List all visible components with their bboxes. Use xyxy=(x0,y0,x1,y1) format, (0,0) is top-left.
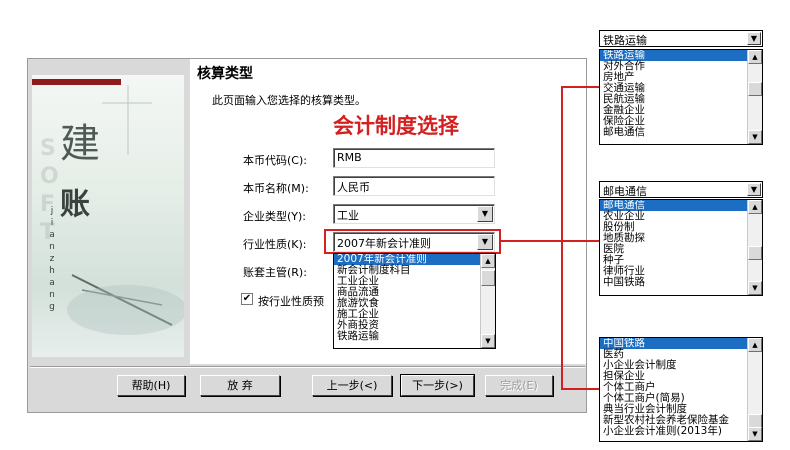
scroll-thumb[interactable] xyxy=(748,414,762,428)
chevron-down-icon[interactable]: ▼ xyxy=(747,183,761,196)
highlight-box xyxy=(324,229,501,254)
scroll-up-icon[interactable]: ▲ xyxy=(748,50,762,64)
panel1-list[interactable]: 铁路运输 对外合作 房地产 交通运输 民航运输 金融企业 保险企业 邮电通信 ▲… xyxy=(599,49,763,145)
company-type-label: 企业类型(Y): xyxy=(243,210,307,223)
scrollbar[interactable]: ▲ ▼ xyxy=(747,200,762,295)
list-item[interactable]: 小企业会计准则(2013年) xyxy=(600,426,762,437)
supervisor-label: 账套主管(R): xyxy=(243,266,307,279)
next-button[interactable]: 下一步(>) xyxy=(400,374,475,397)
finish-button: 完成(E) xyxy=(485,375,553,396)
scroll-up-icon[interactable]: ▲ xyxy=(481,254,495,268)
list-item[interactable]: 医院 xyxy=(600,244,762,255)
cancel-button[interactable]: 放 弃 xyxy=(200,375,280,396)
scroll-thumb[interactable] xyxy=(748,82,762,96)
scrollbar[interactable]: ▲ ▼ xyxy=(747,50,762,144)
scroll-up-icon[interactable]: ▲ xyxy=(748,200,762,214)
panel2-combo-value: 邮电通信 xyxy=(603,185,647,198)
scroll-thumb[interactable] xyxy=(748,246,762,260)
currency-code-field[interactable]: RMB xyxy=(333,148,495,168)
list-item[interactable]: 邮电通信 xyxy=(600,127,762,138)
panel3-list[interactable]: 中国铁路 医药 小企业会计制度 担保企业 个体工商户 个体工商户(简易) 典当行… xyxy=(599,337,763,442)
company-type-select[interactable]: 工业 ▼ xyxy=(333,204,495,224)
scroll-down-icon[interactable]: ▼ xyxy=(481,334,495,348)
prev-button[interactable]: 上一步(<) xyxy=(312,375,392,396)
scrollbar[interactable]: ▲ ▼ xyxy=(747,338,762,441)
list-item[interactable]: 中国铁路 xyxy=(600,338,762,349)
industry-preset-label: 按行业性质预 xyxy=(258,295,324,308)
scrollbar[interactable]: ▲ ▼ xyxy=(480,254,495,348)
industry-dropdown-list[interactable]: 2007年新会计准则 新会计制度科目 工业企业 商品流通 旅游饮食 施工企业 外… xyxy=(333,253,496,349)
scroll-down-icon[interactable]: ▼ xyxy=(748,130,762,144)
scroll-down-icon[interactable]: ▼ xyxy=(748,281,762,295)
list-item[interactable]: 中国铁路 xyxy=(600,277,762,288)
company-type-value: 工业 xyxy=(337,209,359,222)
panel1-combo-value: 铁路运输 xyxy=(603,34,647,47)
page-title: 核算类型 xyxy=(197,66,253,82)
chevron-down-icon[interactable]: ▼ xyxy=(747,32,761,45)
sidebar-accent-bar xyxy=(32,79,121,85)
currency-code-label: 本币代码(C): xyxy=(243,154,307,167)
currency-name-label: 本币名称(M): xyxy=(243,182,309,195)
connector-line xyxy=(561,388,599,390)
panel2-list[interactable]: 邮电通信 农业企业 股份制 地质勘探 医院 种子 律师行业 中国铁路 ▲ ▼ xyxy=(599,199,763,296)
list-item[interactable]: 地质勘探 xyxy=(600,233,762,244)
scroll-down-icon[interactable]: ▼ xyxy=(748,427,762,441)
annotation-label: 会计制度选择 xyxy=(333,114,459,138)
sidebar-vertical-text: j i a n z h a n g xyxy=(49,206,55,312)
panel1-combo[interactable]: 铁路运输 ▼ xyxy=(599,30,763,47)
scroll-up-icon[interactable]: ▲ xyxy=(748,338,762,352)
panel2-combo[interactable]: 邮电通信 ▼ xyxy=(599,181,763,198)
connector-line xyxy=(561,86,563,389)
list-item[interactable]: 铁路运输 xyxy=(334,331,495,342)
industry-label: 行业性质(K): xyxy=(243,238,307,251)
page-subtitle: 此页面输入您选择的核算类型。 xyxy=(212,94,366,107)
connector-line xyxy=(561,86,599,88)
connector-line xyxy=(501,240,599,242)
help-button[interactable]: 帮助(H) xyxy=(117,375,185,396)
scroll-thumb[interactable] xyxy=(481,270,495,286)
currency-name-field[interactable]: 人民币 xyxy=(333,176,495,196)
industry-preset-checkbox[interactable]: ✔ xyxy=(241,293,253,305)
chevron-down-icon[interactable]: ▼ xyxy=(477,206,493,222)
divider xyxy=(30,366,585,368)
